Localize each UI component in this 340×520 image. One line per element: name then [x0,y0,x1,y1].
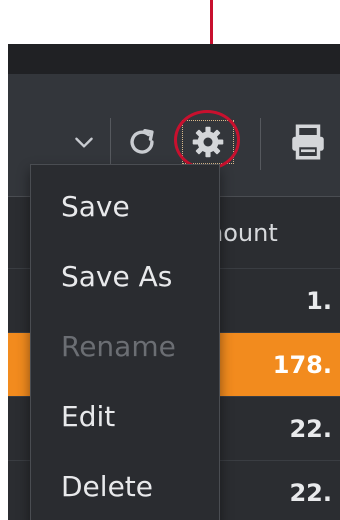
print-button[interactable] [278,122,338,162]
dropdown-chevron-button[interactable] [68,122,100,162]
title-bar [8,44,340,74]
refresh-icon [130,128,154,154]
menu-item-delete[interactable]: Delete [31,451,219,520]
app-window: nount 1. 178. 22. 22. Save Save As Renam… [8,44,340,520]
refresh-button[interactable] [122,122,162,162]
menu-item-edit[interactable]: Edit [31,381,219,451]
annotation-highlight-circle [174,110,240,170]
toolbar-divider [260,118,261,170]
menu-item-save-as[interactable]: Save As [31,241,219,311]
menu-item-rename: Rename [61,329,176,363]
amount-cell: 22. [289,478,332,507]
settings-button[interactable] [174,110,240,170]
screenshot-canvas: nount 1. 178. 22. 22. Save Save As Renam… [0,0,340,520]
amount-cell: 1. [306,286,332,315]
settings-dropdown-menu: Save Save As Rename Edit Delete [30,164,220,520]
amount-cell: 22. [289,414,332,443]
printer-icon [292,124,324,160]
chevron-down-icon [75,137,93,148]
amount-cell: 178. [272,350,332,379]
toolbar-divider [110,118,111,170]
menu-item-save[interactable]: Save [31,171,219,241]
